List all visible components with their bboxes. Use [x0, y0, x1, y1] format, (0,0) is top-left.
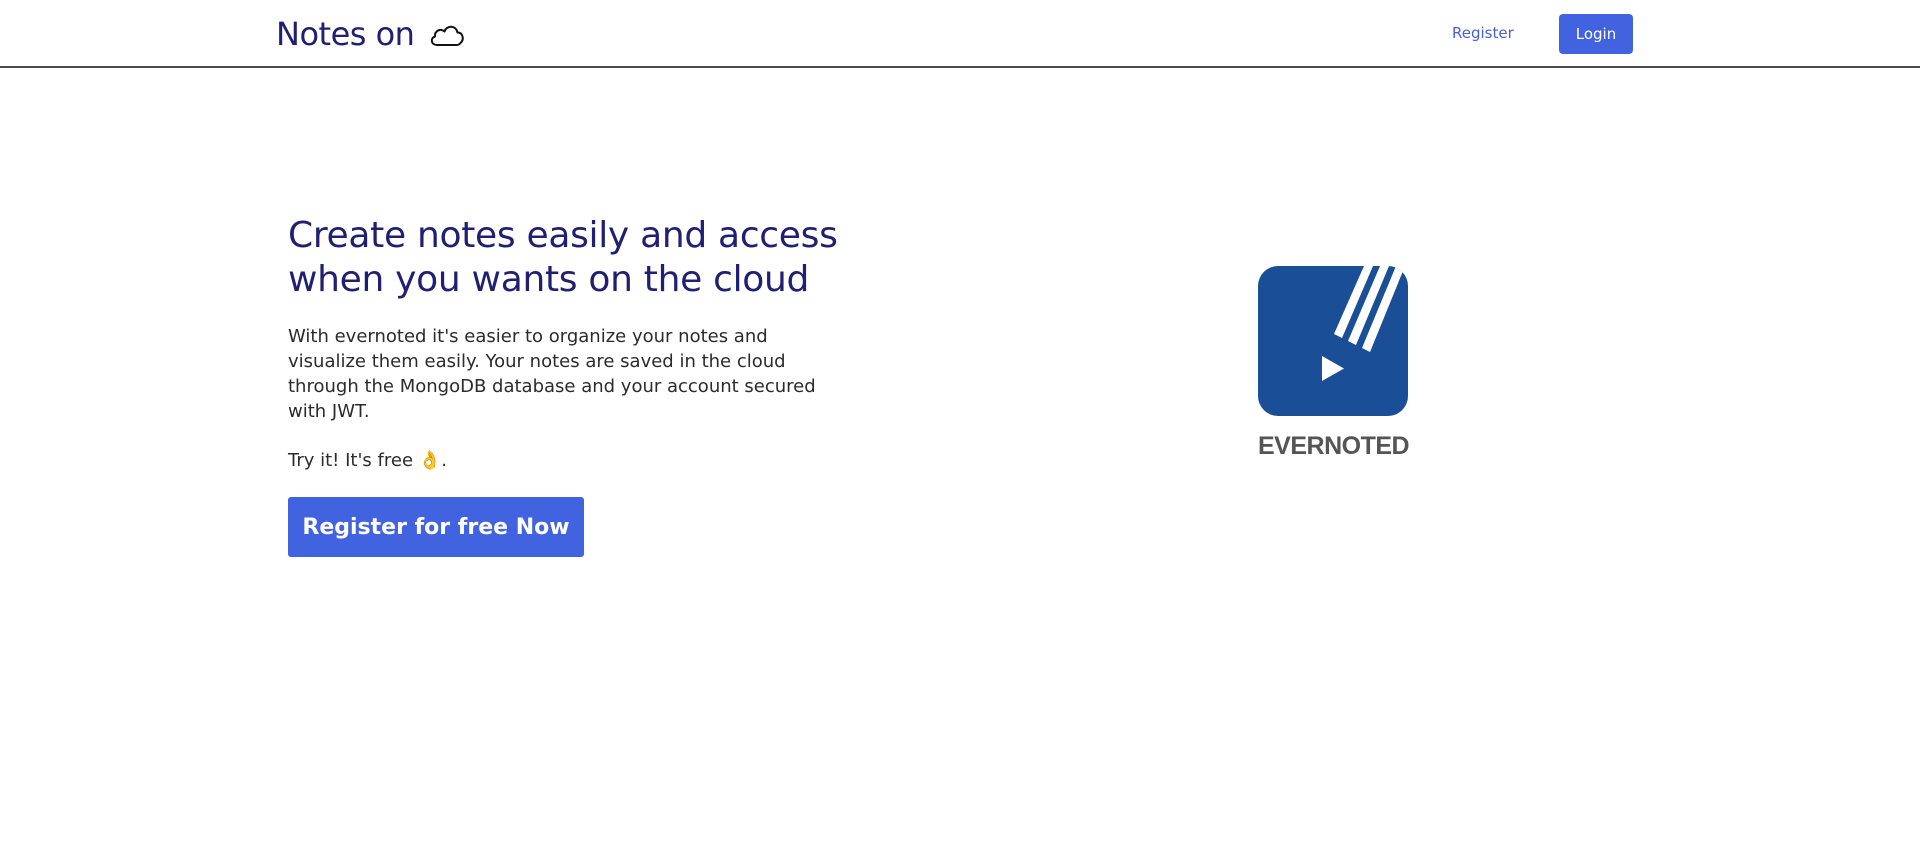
- hero-description: With evernoted it's easier to organize y…: [288, 326, 816, 422]
- try-period: .: [441, 450, 447, 471]
- nav-register-link[interactable]: Register: [1452, 24, 1514, 42]
- hero-title-line-1: Create notes easily and access: [288, 215, 838, 256]
- logo-wordmark: EVERNOTED: [1258, 432, 1410, 460]
- brand[interactable]: Notes on: [276, 12, 466, 56]
- ok-hand-emoji-icon: 👌: [418, 450, 442, 471]
- evernoted-logo-icon: [1258, 266, 1408, 416]
- cloud-icon: [424, 20, 466, 48]
- hero-title: Create notes easily and access when you …: [288, 214, 868, 302]
- nav-login-button[interactable]: Login: [1559, 14, 1633, 54]
- brand-text: Notes on: [276, 15, 415, 53]
- hero-content: Create notes easily and access when you …: [288, 214, 868, 557]
- register-for-free-button[interactable]: Register for free Now: [288, 497, 584, 557]
- try-label: Try it! It's free: [288, 450, 414, 471]
- navbar: Notes on Register Login: [0, 0, 1920, 68]
- evernoted-logo: EVERNOTED: [1258, 266, 1410, 461]
- hero-try-text: Try it! It's free 👌.: [288, 448, 868, 473]
- hero-title-line-2: when you wants on the cloud: [288, 259, 810, 300]
